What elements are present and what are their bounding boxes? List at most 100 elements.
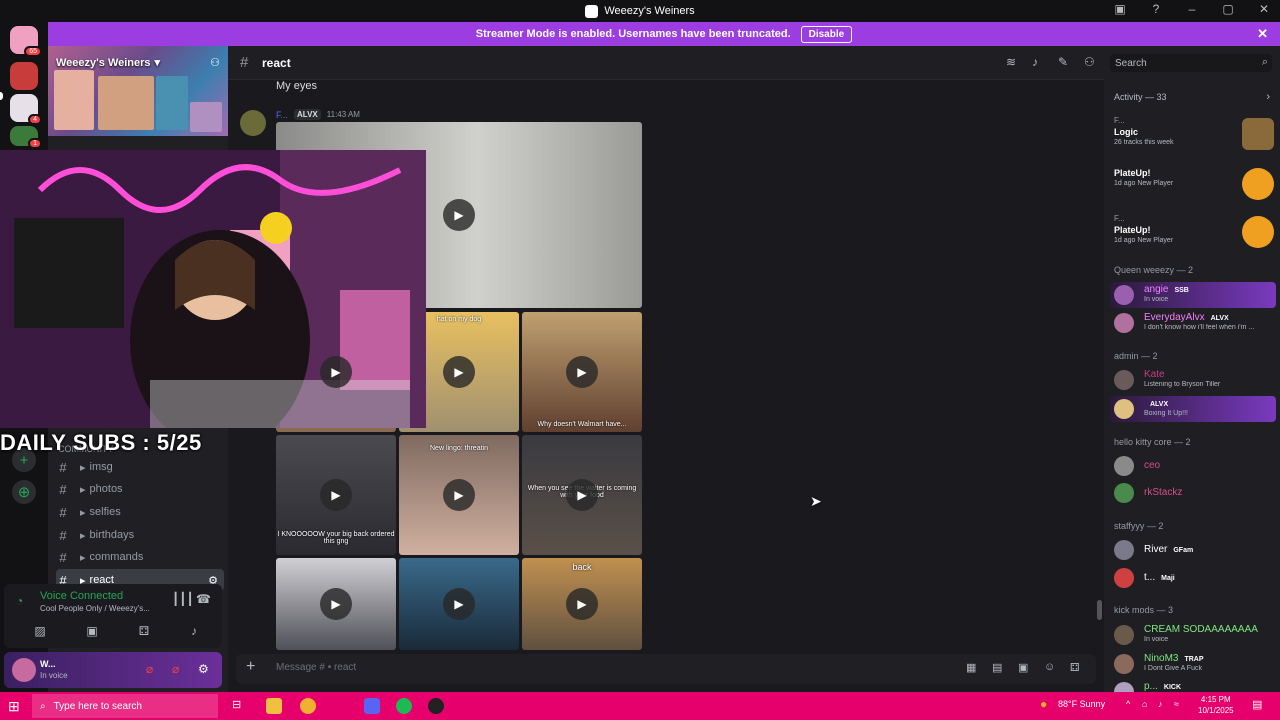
activity-card[interactable]: PlateUp! 1d ago New Player <box>1114 166 1274 210</box>
server-icon[interactable] <box>10 62 38 90</box>
add-member-icon[interactable]: ⚇ <box>210 56 220 69</box>
chrome-icon[interactable] <box>300 698 316 714</box>
member-item[interactable]: NinoM3 TRAP I Dont Give A Fuck <box>1110 651 1276 677</box>
file-explorer-icon[interactable] <box>266 698 282 714</box>
video-tile[interactable]: New lingo: threatin ▶ <box>399 435 519 555</box>
video-tile[interactable]: Why doesn't Walmart have... ▶ <box>522 312 642 432</box>
tray-chevron-icon[interactable]: ^ <box>1126 699 1130 709</box>
play-icon[interactable]: ▶ <box>566 479 598 511</box>
emoji-icon[interactable]: ☺ <box>1044 661 1055 673</box>
channel-item-birthdays[interactable]: # ▸ birthdays <box>56 524 224 546</box>
member-item[interactable]: ceo <box>1110 453 1276 479</box>
minimize-button[interactable]: – <box>1184 2 1200 16</box>
video-tile[interactable]: back ▶ <box>522 558 642 650</box>
disconnect-icon[interactable]: ☎ <box>196 592 211 606</box>
gif-icon[interactable]: ▤ <box>992 661 1002 674</box>
member-item[interactable]: ALVX Boxing It Up!!! <box>1110 396 1276 422</box>
volume-icon[interactable]: ♪ <box>1158 699 1163 709</box>
play-icon[interactable]: ▶ <box>320 588 352 620</box>
video-tile[interactable]: ▶ <box>276 558 396 650</box>
signal-icon[interactable]: ◔ <box>16 594 23 608</box>
weather-text[interactable]: 88°F Sunny <box>1058 699 1105 709</box>
member-item[interactable]: CREAM SODAAAAAAAA In voice <box>1110 622 1276 648</box>
channel-item-commands[interactable]: # ▸ commands <box>56 546 224 568</box>
close-banner-icon[interactable]: ✕ <box>1257 26 1268 42</box>
message-composer[interactable]: + Message # • react ▦ ▤ ▣ ☺ ⚃ <box>236 654 1096 684</box>
close-window-button[interactable]: ✕ <box>1256 2 1272 16</box>
voice-channel[interactable]: Cool People Only / Weeezy's... <box>40 604 170 613</box>
message-author[interactable]: F... <box>276 110 288 120</box>
bell-icon[interactable]: ♪ <box>1032 55 1038 69</box>
channel-item-photos[interactable]: # ▸ photos <box>56 478 224 500</box>
task-view-icon[interactable]: ⊟ <box>232 698 248 714</box>
server-name[interactable]: Weeezy's Weiners ▾ <box>56 56 161 70</box>
chevron-right-icon[interactable]: › <box>1266 91 1270 103</box>
help-icon[interactable]: ? <box>1148 2 1164 16</box>
maximize-button[interactable]: ▢ <box>1220 2 1236 16</box>
obs-icon[interactable] <box>428 698 444 714</box>
member-item[interactable]: angie SSB In voice <box>1110 282 1276 308</box>
pin-icon[interactable]: ✎ <box>1058 55 1068 69</box>
message-input[interactable]: Message # • react <box>276 662 356 673</box>
server-icon[interactable]: 1 <box>10 126 42 149</box>
user-panel[interactable]: W... In voice ⌀ ⌀ ⚙ <box>4 652 222 688</box>
soundboard-icon[interactable]: ♪ <box>182 624 206 642</box>
camera-icon[interactable]: ▨ <box>28 624 52 642</box>
video-tile[interactable]: I KNOOOOOW your big back ordered this gn… <box>276 435 396 555</box>
add-attachment-icon[interactable]: + <box>246 658 255 676</box>
channel-item-selfies[interactable]: # ▸ selfies <box>56 501 224 523</box>
discord-app-icon[interactable] <box>364 698 380 714</box>
guild-tag[interactable]: ALVX <box>294 109 321 120</box>
member-item[interactable]: River GFam <box>1110 537 1276 563</box>
play-icon[interactable]: ▶ <box>566 356 598 388</box>
gear-icon[interactable]: ⚙ <box>198 662 209 676</box>
member-item[interactable]: t... Maji <box>1110 565 1276 591</box>
play-icon[interactable]: ▶ <box>443 588 475 620</box>
avatar[interactable] <box>12 658 36 682</box>
channel-item-imsg[interactable]: # ▸ imsg <box>56 456 224 478</box>
member-item[interactable]: Kate Listening to Bryson Tiller <box>1110 367 1276 393</box>
member-list-icon[interactable]: ⚇ <box>1084 55 1095 69</box>
network-icon[interactable]: ⌂ <box>1142 699 1147 709</box>
screen-share-icon[interactable]: ▣ <box>80 624 104 642</box>
search-input[interactable]: Search ⌕ <box>1110 54 1272 72</box>
noise-suppression-icon[interactable]: ┃┃┃ <box>172 592 194 606</box>
windows-start-icon[interactable]: ⊞ <box>8 698 20 715</box>
sticker-icon[interactable]: ▣ <box>1018 661 1028 674</box>
play-icon[interactable]: ▶ <box>443 356 475 388</box>
member-item[interactable]: rkStackz <box>1110 480 1276 506</box>
apps-icon[interactable]: ⚃ <box>1070 661 1080 674</box>
windows-taskbar: ⊞ ⌕ Type here to search ⊟ ● 88°F Sunny ^… <box>0 692 1280 720</box>
scrollbar-thumb[interactable] <box>1097 600 1102 620</box>
taskbar-search[interactable]: ⌕ Type here to search <box>32 694 218 718</box>
clock[interactable]: 4:15 PM 10/1/2025 <box>1198 694 1234 716</box>
direct-messages-button[interactable]: 65 <box>10 26 42 57</box>
member-item[interactable]: p... KICK <box>1110 679 1276 692</box>
notifications-icon[interactable]: ▤ <box>1252 698 1262 711</box>
disable-streamer-mode-button[interactable]: Disable <box>800 25 853 43</box>
member-item[interactable]: EverydayAlvx ALVX I don't know how i'll f… <box>1110 310 1276 336</box>
gift-icon[interactable]: ▦ <box>966 661 976 674</box>
activity-card[interactable]: F... Logic 26 tracks this week <box>1114 116 1274 160</box>
avatar[interactable] <box>240 110 266 136</box>
spotify-icon[interactable] <box>396 698 412 714</box>
play-icon[interactable]: ▶ <box>443 479 475 511</box>
chevron-down-icon: ▾ <box>154 57 161 69</box>
discover-icon[interactable]: ⊕ <box>12 480 36 504</box>
activity-icon[interactable]: ⚃ <box>132 624 156 642</box>
video-tile[interactable]: ▶ <box>399 558 519 650</box>
play-icon[interactable]: ▶ <box>566 588 598 620</box>
wifi-icon[interactable]: ≈ <box>1174 699 1179 709</box>
deafen-icon[interactable]: ⌀ <box>172 662 179 676</box>
activity-card[interactable]: F... PlateUp! 1d ago New Player <box>1114 214 1274 258</box>
video-tile[interactable]: When you see the waiter is coming with y… <box>522 435 642 555</box>
mute-icon[interactable]: ⌀ <box>146 662 153 676</box>
play-icon[interactable]: ▶ <box>320 356 352 388</box>
play-icon[interactable]: ▶ <box>320 479 352 511</box>
threads-icon[interactable]: ≋ <box>1006 55 1016 69</box>
inbox-icon[interactable]: ▣ <box>1112 2 1128 16</box>
member-status: I don't know how i'll feel when i'm ... <box>1144 324 1255 331</box>
scrollbar[interactable] <box>1096 80 1104 650</box>
server-icon[interactable]: 4 <box>10 94 42 125</box>
play-icon[interactable]: ▶ <box>443 199 475 231</box>
